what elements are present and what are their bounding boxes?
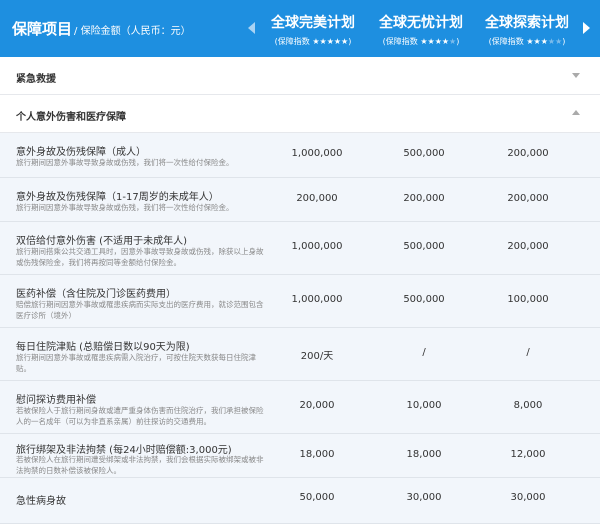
coverage-description: 旅行期间因意外事故或罹患疾病需入院治疗，可按住院天数获每日住院津贴。 [16,353,256,373]
plan3-amount: 200,000 [507,148,549,159]
next-plan-arrow-icon[interactable] [583,22,590,34]
plan2-amount: 500,000 [403,148,445,159]
plan2-amount: 500,000 [403,294,445,305]
plan3-amount: / [526,347,530,358]
coverage-name: 急性病身故 [16,496,66,507]
plan1-amount: 1,000,000 [291,241,343,252]
section-title: 紧急救援 [16,74,56,85]
star-icon: ★ [319,37,327,46]
plan-name: 全球完美计划 [271,15,355,31]
table-row: 每日住院津贴 (总赔偿日数以90天为限) 旅行期间因意外事故或罹患疾病需入院治疗… [0,328,600,381]
rating-label: 保障指数 [491,37,524,46]
plan3-amount: 100,000 [507,294,549,305]
rating-stars-icon: ★★★★★ [312,37,348,46]
plan1-amount: 20,000 [299,400,335,411]
star-icon: ★ [326,37,334,46]
plan-header: 保障项目 / 保险金额（人民币：元） 全球完美计划 (保障指数 ★★★★★) 全球… [0,0,600,57]
star-icon: ★ [420,37,428,46]
star-icon: ★ [533,37,541,46]
plan3-amount: 30,000 [510,492,546,503]
star-icon: ★ [441,37,450,46]
section-emergency-rescue[interactable]: 紧急救援 [0,57,600,95]
star-icon: ★ [312,37,320,46]
plan1-amount: 1,000,000 [291,148,343,159]
prev-plan-arrow-icon[interactable] [248,22,255,34]
plan1-amount: 50,000 [299,492,335,503]
rating-label: 保障指数 [385,37,418,46]
coverage-description: 若被保险人于旅行期间身故或遭严重身体伤害而住院治疗，我们承担被保险人的一名成年（… [16,406,264,426]
star-icon: ★ [427,37,435,46]
star-icon: ★ [547,37,556,46]
star-icon: ★ [333,37,342,46]
star-icon: ★ [449,37,457,46]
table-row: 医药补偿（含住院及门诊医药费用） 赔偿旅行期间因意外事故或罹患疾病而实际支出的医… [0,275,600,328]
plan-rating: (保障指数 ★★★★★) [274,37,352,46]
plan-name: 全球无忧计划 [379,15,463,31]
plan2-amount: 30,000 [406,492,442,503]
star-icon: ★ [555,37,563,46]
page-title: 保障项目 / 保险金额（人民币：元） [12,18,191,39]
coverage-name: 意外身故及伤残保障（成人） [16,147,146,158]
plan-name: 全球探索计划 [485,15,569,31]
plan1-amount: 18,000 [299,449,335,460]
table-row: 急性病身故 50,000 30,000 30,000 [0,478,600,524]
plan1-amount: 200/天 [300,351,334,362]
plan2-amount: 10,000 [406,400,442,411]
plan1-amount: 200,000 [296,193,338,204]
rating-label: 保障指数 [277,37,310,46]
plan3-amount: 12,000 [510,449,546,460]
section-title: 个人意外伤害和医疗保障 [16,112,126,123]
plan3-amount: 8,000 [513,400,543,411]
table-row: 慰问探访费用补偿 若被保险人于旅行期间身故或遭严重身体伤害而住院治疗，我们承担被… [0,381,600,434]
coverage-name: 医药补偿（含住院及门诊医药费用） [16,289,176,300]
star-icon: ★ [341,37,349,46]
chevron-down-icon[interactable] [572,73,580,78]
section-accident-medical[interactable]: 个人意外伤害和医疗保障 [0,95,600,133]
coverage-name: 每日住院津贴 (总赔偿日数以90天为限) [16,342,190,353]
chevron-up-icon[interactable] [572,110,580,115]
rating-stars-icon: ★★★★★ [420,37,456,46]
coverage-description: 赔偿旅行期间因意外事故或罹患疾病而实际支出的医疗费用，就诊范围包含医疗诊所（境外… [16,300,264,320]
star-icon: ★ [540,37,548,46]
star-icon: ★ [434,37,442,46]
table-row: 双倍给付意外伤害 (不适用于未成年人) 旅行期间搭乘公共交通工具时，因意外事故导… [0,222,600,275]
plan-rating: (保障指数 ★★★★★) [382,37,460,46]
star-icon: ★ [526,37,534,46]
plan2-amount: 18,000 [406,449,442,460]
plan1-amount: 1,000,000 [291,294,343,305]
plan2-amount: 500,000 [403,241,445,252]
title-main: 保障项目 [12,20,73,38]
table-row: 意外身故及伤残保障（1-17周岁的未成年人） 旅行期间因意外事故导致身故或伤残，… [0,178,600,222]
plan-column-perfect[interactable]: 全球完美计划 (保障指数 ★★★★★) [259,12,367,47]
coverage-description: 若被保险人在旅行期间遭受绑架或非法拘禁，我们会根据实际被绑架或被非法拘禁的日数补… [16,455,264,475]
plan3-amount: 200,000 [507,241,549,252]
plan-column-explore[interactable]: 全球探索计划 (保障指数 ★★★★★) [473,12,581,47]
coverage-name: 意外身故及伤残保障（1-17周岁的未成年人） [16,192,219,203]
plan3-amount: 200,000 [507,193,549,204]
table-row: 旅行绑架及非法拘禁 (每24小时赔偿额:3,000元) 若被保险人在旅行期间遭受… [0,434,600,478]
coverage-name: 慰问探访费用补偿 [16,395,96,406]
plan2-amount: 200,000 [403,193,445,204]
plan-column-worryfree[interactable]: 全球无忧计划 (保障指数 ★★★★★) [367,12,475,47]
table-row: 意外身故及伤残保障（成人） 旅行期间因意外事故导致身故或伤残，我们将一次性给付保… [0,133,600,178]
coverage-description: 旅行期间因意外事故导致身故或伤残，我们将一次性给付保险金。 [16,203,234,212]
plan-rating: (保障指数 ★★★★★) [488,37,566,46]
coverage-name: 双倍给付意外伤害 (不适用于未成年人) [16,236,187,247]
coverage-description: 旅行期间搭乘公共交通工具时，因意外事故导致身故或伤残，除获以上身故或伤残保险金，… [16,247,264,267]
title-subtitle: / 保险金额（人民币：元） [74,26,191,37]
rating-stars-icon: ★★★★★ [526,37,562,46]
coverage-description: 旅行期间因意外事故导致身故或伤残，我们将一次性给付保险金。 [16,158,234,167]
plan2-amount: / [422,347,426,358]
